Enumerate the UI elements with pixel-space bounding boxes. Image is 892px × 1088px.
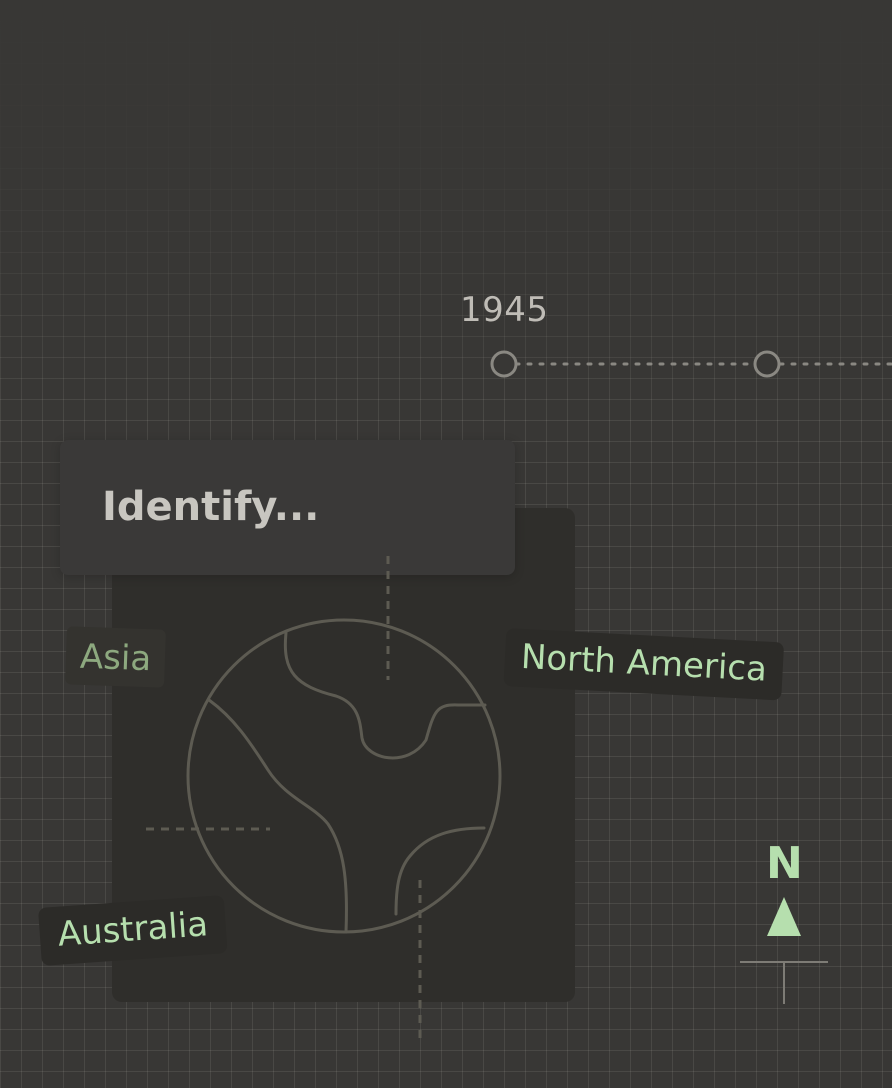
- map-label-asia[interactable]: Asia: [65, 626, 167, 688]
- north-arrow-icon: [740, 897, 828, 1004]
- compass-north-label: N: [766, 838, 803, 889]
- globe-icon[interactable]: [186, 618, 502, 934]
